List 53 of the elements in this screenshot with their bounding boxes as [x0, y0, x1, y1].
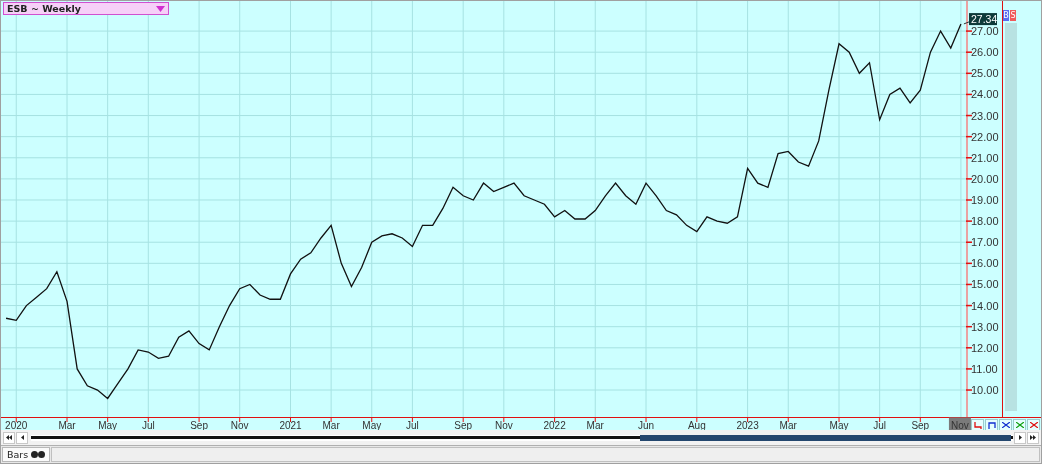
date-axis-label: Mar: [322, 420, 340, 431]
date-axis-label: Mar: [779, 420, 797, 431]
price-axis-label: 25.00: [971, 67, 999, 80]
status-tab[interactable]: Bars: [2, 447, 51, 462]
price-axis-label: 12.00: [971, 341, 999, 354]
cross-icon: [1001, 422, 1010, 428]
date-axis-label: Mar: [58, 420, 76, 431]
price-axis-label: 17.00: [971, 236, 999, 249]
date-axis-label: 2021: [279, 420, 302, 431]
double-right-arrow-icon: [1030, 435, 1036, 441]
date-axis-label: 2023: [736, 420, 759, 431]
date-axis-label: 2022: [543, 420, 566, 431]
price-axis-label: 23.00: [971, 109, 999, 122]
scroll-start-button[interactable]: [3, 431, 15, 444]
price-axis-label: 11.00: [971, 362, 998, 375]
cross-icon: [1029, 422, 1038, 428]
price-axis-label: 16.00: [971, 257, 999, 270]
scroll-thumb[interactable]: [640, 434, 1011, 441]
right-arrow-icon: [1018, 435, 1022, 441]
price-axis-label: 10.00: [971, 384, 999, 397]
double-left-arrow-icon: [6, 435, 12, 441]
price-axis-label: 20.00: [971, 172, 999, 185]
step-up-icon: [987, 421, 996, 429]
date-axis-label: Jun: [637, 420, 655, 431]
dropdown-caret-icon: [156, 5, 165, 12]
price-axis-label: 22.00: [971, 130, 999, 143]
scroll-track[interactable]: [31, 434, 1013, 441]
price-axis-label: 26.00: [971, 46, 999, 59]
left-arrow-icon: [20, 435, 24, 441]
date-axis-label: Jul: [141, 420, 155, 431]
date-axis-label: Jul: [873, 420, 887, 431]
price-axis-label: 18.00: [971, 215, 999, 228]
price-axis-label: 21.00: [971, 151, 999, 164]
step-down-icon: [973, 421, 982, 429]
two-dots-icon: [31, 451, 46, 458]
scroll-end-button[interactable]: [1027, 431, 1039, 444]
date-axis-label: Nov: [494, 420, 513, 431]
date-axis-label: Mar: [586, 420, 604, 431]
scroll-right-button[interactable]: [1014, 431, 1026, 444]
date-axis-label: 2020: [5, 420, 28, 431]
price-axis-label: 13.00: [971, 320, 999, 333]
date-axis-label: Nov: [230, 420, 249, 431]
order-button[interactable]: B: [1003, 10, 1009, 21]
price-axis-label: 14.00: [971, 299, 999, 312]
scroll-left-button[interactable]: [16, 431, 28, 444]
price-axis-label: 15.00: [971, 278, 999, 291]
symbol-selector[interactable]: ESB ~ Weekly: [3, 2, 169, 15]
date-axis-label: Jul: [406, 420, 419, 431]
cross-icon: [1015, 422, 1024, 428]
price-axis-label: 19.00: [971, 194, 999, 206]
tool-button[interactable]: [971, 419, 984, 431]
price-axis-label: 24.00: [971, 88, 999, 101]
price-axis-label: 27.00: [971, 25, 999, 38]
